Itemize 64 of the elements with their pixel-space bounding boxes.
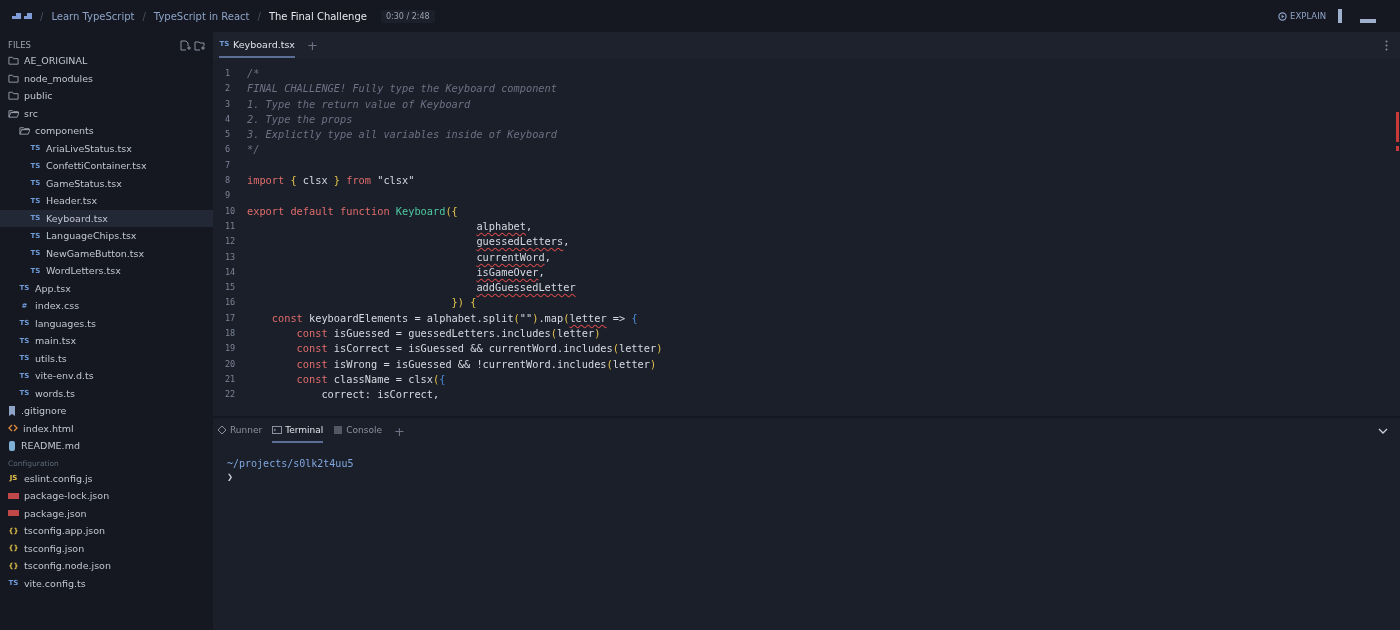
breadcrumb-link[interactable]: Learn TypeScript (51, 10, 135, 22)
folder-item[interactable]: src (0, 104, 213, 122)
folder-item[interactable]: AE_ORIGINAL (0, 52, 213, 70)
folder-item[interactable]: public (0, 87, 213, 105)
line-number: 8 (225, 174, 232, 188)
folder-item[interactable]: node_modules (0, 69, 213, 87)
folder-icon (8, 90, 19, 102)
file-item[interactable]: README.md (0, 437, 213, 455)
new-folder-icon[interactable] (194, 39, 205, 51)
file-item[interactable]: .gitignore (0, 402, 213, 420)
file-item[interactable]: index.html (0, 419, 213, 437)
line-number: 18 (225, 327, 237, 341)
file-item[interactable]: package.json (0, 504, 213, 522)
explain-button[interactable]: EXPLAIN (1274, 9, 1330, 23)
line-number: 7 (225, 158, 232, 172)
diamond-icon (217, 425, 227, 435)
line-number: 21 (225, 372, 237, 386)
new-file-icon[interactable] (180, 39, 191, 51)
line-number: 9 (225, 189, 232, 203)
terminal-icon (272, 425, 283, 435)
terminal-path: ~/projects/s0lk2t4uu5 (227, 458, 355, 469)
breadcrumb-link[interactable]: The Final Challenge (268, 10, 367, 22)
terminal-prompt: ❯ (227, 471, 235, 482)
line-number: 6 (225, 143, 232, 157)
file-item[interactable]: package-lock.json (0, 487, 213, 505)
line-number: 10 (225, 204, 237, 218)
line-number: 16 (225, 296, 237, 310)
line-number: 14 (225, 265, 237, 279)
error-markers-drawing (1396, 112, 1400, 152)
line-number: 15 (225, 281, 237, 295)
folder-icon (8, 72, 19, 84)
add-tab-button[interactable]: + (392, 423, 407, 439)
breadcrumb-link[interactable]: TypeScript in React (153, 10, 250, 22)
line-number: 5 (225, 128, 232, 142)
line-number: 1 (225, 67, 232, 80)
list-icon (333, 425, 344, 435)
line-number: 22 (225, 388, 237, 402)
line-number: 2 (225, 82, 232, 96)
folder-icon (8, 55, 19, 67)
panel-tab[interactable]: Console (333, 419, 382, 443)
line-number: 20 (225, 357, 237, 371)
play-icon (1278, 11, 1288, 21)
logo-icon[interactable] (12, 12, 32, 20)
open-folder-icon (19, 125, 30, 137)
more-icon[interactable] (1385, 39, 1388, 51)
line-number: 17 (225, 311, 237, 325)
code-editor[interactable]: 1 /* 2 FINAL CHALLENGE! Fully type the Keyboard component 3 1. Type the return value of Keyboard 4 2. Type the props 5 3. Explictly type all variables inside of Keyboard 6 */ 7 8 import { clsx } from "clsx" 9 10 export default function Keyboard({ 11 alphabet, 12 guessedLetters, 13 currentWord, 14 isGameOver, 15 addGuessedLetter 16 }) { 17 const keyboardElements = alphabet.split("").map(letter => { 18 const isGuessed = guessedLetters.includes(letter) 19 const isCorrect = isGuessed && currentWord.includes(letter) 20 const isWrong = isGuessed && !currentWord.includes(letter) 21 const className = clsx({ 22 correct: isCorrect, (213, 58, 1400, 416)
sidebar-title: FILES (8, 40, 31, 50)
chevron-down-icon[interactable] (1378, 428, 1388, 434)
line-number: 12 (225, 235, 237, 249)
open-folder-icon (8, 107, 19, 119)
folder-item[interactable]: components (0, 122, 213, 140)
breadcrumb-separator: / (257, 10, 261, 22)
line-number: 3 (225, 97, 232, 111)
panel-tab[interactable]: Runner (217, 419, 263, 443)
breadcrumb-separator: / (142, 10, 146, 22)
line-number: 4 (225, 112, 232, 126)
line-number: 19 (225, 342, 237, 356)
code-icon (8, 424, 18, 433)
video-timer: 0:30 / 2:48 (380, 9, 435, 23)
panel-tab[interactable]: Terminal (272, 419, 324, 443)
line-number: 11 (225, 219, 237, 233)
breadcrumb-separator: / (40, 10, 44, 22)
line-number: 13 (225, 250, 237, 264)
